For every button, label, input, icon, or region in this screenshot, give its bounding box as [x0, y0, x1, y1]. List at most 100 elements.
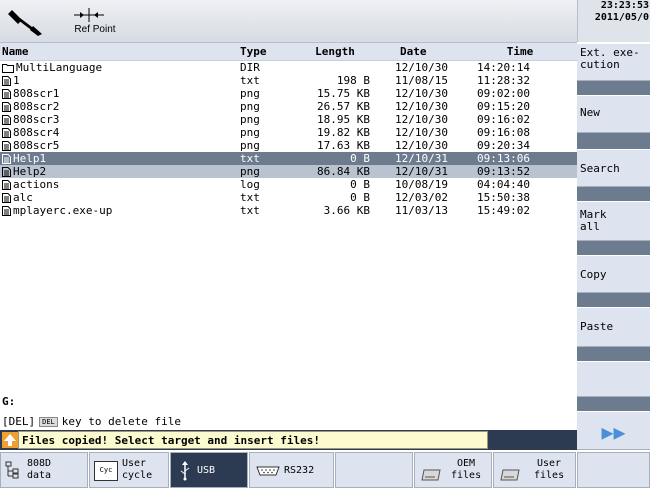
drive-icon — [421, 469, 441, 481]
file-row[interactable]: 808scr2 png 26.57 KB 12/10/30 09:15:20 — [0, 100, 577, 113]
file-length: 3.66 KB — [323, 204, 370, 217]
file-row[interactable]: 808scr1 png 15.75 KB 12/10/30 09:02:00 — [0, 87, 577, 100]
refpoint-button[interactable]: Ref Point — [60, 0, 130, 42]
softkey-search[interactable]: Search — [577, 149, 650, 187]
file-name: 1 — [13, 74, 20, 87]
softkey-oem-label-2: files — [451, 470, 482, 481]
file-time: 15:50:38 — [477, 191, 530, 204]
file-name: 808scr4 — [13, 126, 60, 139]
file-name: 808scr2 — [13, 100, 60, 113]
file-name: 808scr3 — [13, 113, 60, 126]
file-icon — [2, 89, 11, 99]
file-name-cell: alc — [2, 191, 33, 204]
file-time: 09:13:52 — [477, 165, 530, 178]
file-icon — [2, 102, 11, 112]
softkey-user-cycle[interactable]: Cyc User cycle — [89, 452, 169, 488]
file-icon — [2, 128, 11, 138]
file-name-cell: Help2 — [2, 165, 46, 178]
file-row[interactable]: actions log 0 B 10/08/19 04:04:40 — [0, 178, 577, 191]
softkey-mark-all[interactable]: Mark all — [577, 201, 650, 241]
file-icon — [2, 76, 11, 86]
softkey-copy-label: Copy — [580, 268, 607, 281]
file-length: 0 B — [350, 178, 370, 191]
file-time: 04:04:40 — [477, 178, 530, 191]
file-row[interactable]: MultiLanguage DIR 12/10/30 14:20:14 — [0, 61, 577, 74]
softkey-copy[interactable]: Copy — [577, 255, 650, 293]
softkey-new[interactable]: New — [577, 95, 650, 133]
softkey-user-files[interactable]: User files — [493, 452, 576, 488]
softkey-empty-corner[interactable] — [577, 452, 650, 488]
usb-icon — [180, 461, 190, 481]
file-date: 12/10/31 — [395, 152, 448, 165]
softkey-empty-bottom[interactable] — [335, 452, 413, 488]
drive-icon — [500, 469, 520, 481]
softkey-rs232-label: RS232 — [284, 465, 315, 476]
vertical-softkeys: Ext. exe- cution New Search Mark all Cop… — [577, 43, 650, 450]
file-row[interactable]: Help1 txt 0 B 12/10/31 09:13:06 — [0, 152, 577, 165]
file-list: Name Type Length Date Time MultiLanguage… — [0, 43, 577, 393]
file-length: 19.82 KB — [317, 126, 370, 139]
softkey-808d-data[interactable]: 808D data — [0, 452, 88, 488]
file-icon — [2, 206, 11, 216]
file-length: 18.95 KB — [317, 113, 370, 126]
folder-icon — [2, 64, 14, 73]
delete-hint-suffix: key to delete file — [61, 415, 181, 428]
file-row[interactable]: 808scr4 png 19.82 KB 12/10/30 09:16:08 — [0, 126, 577, 139]
top-bar: Ref Point — [0, 0, 577, 43]
softkey-user-cycle-label-1: User — [122, 458, 147, 469]
file-name: MultiLanguage — [16, 61, 103, 74]
softkey-ext-execution[interactable]: Ext. exe- cution — [577, 43, 650, 81]
next-arrow-icon: ▶▶ — [601, 420, 626, 444]
softkey-separator — [577, 133, 650, 149]
file-name-cell: 808scr5 — [2, 139, 59, 152]
file-icon — [2, 167, 11, 177]
file-row[interactable]: mplayerc.exe-up txt 3.66 KB 11/03/13 15:49:0… — [0, 204, 577, 217]
softkey-808d-label-1: 808D — [27, 458, 52, 469]
file-date: 12/10/30 — [395, 87, 448, 100]
wrench-icon[interactable] — [6, 4, 46, 38]
softkey-separator — [577, 347, 650, 361]
file-time: 09:15:20 — [477, 100, 530, 113]
file-name-cell: Help1 — [2, 152, 46, 165]
softkey-paste-label: Paste — [580, 320, 614, 333]
file-date: 12/03/02 — [395, 191, 448, 204]
file-length: 26.57 KB — [317, 100, 370, 113]
file-icon — [2, 154, 11, 164]
file-row[interactable]: 1 txt 198 B 11/08/15 11:28:32 — [0, 74, 577, 87]
softkey-paste[interactable]: Paste — [577, 307, 650, 347]
col-header-date[interactable]: Date — [400, 43, 427, 60]
file-time: 09:13:06 — [477, 152, 530, 165]
file-name: 808scr1 — [13, 87, 60, 100]
file-time: 09:16:02 — [477, 113, 530, 126]
file-time: 14:20:14 — [477, 61, 530, 74]
clock-time: 23:23:53 — [600, 0, 649, 11]
softkey-next[interactable]: ▶▶ — [577, 411, 650, 450]
file-name: Help1 — [13, 152, 47, 165]
file-name-cell: 808scr2 — [2, 100, 59, 113]
file-length: 86.84 KB — [317, 165, 370, 178]
file-row[interactable]: Help2 png 86.84 KB 12/10/31 09:13:52 — [0, 165, 577, 178]
message-bar: Files copied! Select target and insert f… — [0, 430, 577, 450]
col-header-length[interactable]: Length — [300, 43, 370, 60]
col-header-time[interactable]: Time — [490, 43, 550, 60]
softkey-rs232[interactable]: RS232 — [249, 452, 334, 488]
file-name-cell: actions — [2, 178, 59, 191]
softkey-empty[interactable] — [577, 361, 650, 397]
softkey-oem-files[interactable]: OEM files — [414, 452, 492, 488]
softkey-separator — [577, 81, 650, 95]
current-path: G: — [2, 395, 16, 408]
file-row[interactable]: 808scr5 png 17.63 KB 12/10/30 09:20:34 — [0, 139, 577, 152]
softkey-usb[interactable]: USB — [170, 452, 248, 488]
file-row[interactable]: alc txt 0 B 12/03/02 15:50:38 — [0, 191, 577, 204]
file-name: actions — [13, 178, 60, 191]
softkey-usb-label: USB — [197, 465, 216, 476]
file-name: alc — [13, 191, 33, 204]
file-row[interactable]: 808scr3 png 18.95 KB 12/10/30 09:16:02 — [0, 113, 577, 126]
softkey-mark-all-label-2: all — [580, 220, 600, 233]
file-type: png — [240, 100, 260, 113]
col-header-type[interactable]: Type — [240, 43, 267, 60]
col-header-name[interactable]: Name — [2, 43, 29, 60]
file-icon — [2, 141, 11, 151]
softkey-oem-label-1: OEM — [457, 458, 476, 469]
file-date: 12/10/30 — [395, 61, 448, 74]
